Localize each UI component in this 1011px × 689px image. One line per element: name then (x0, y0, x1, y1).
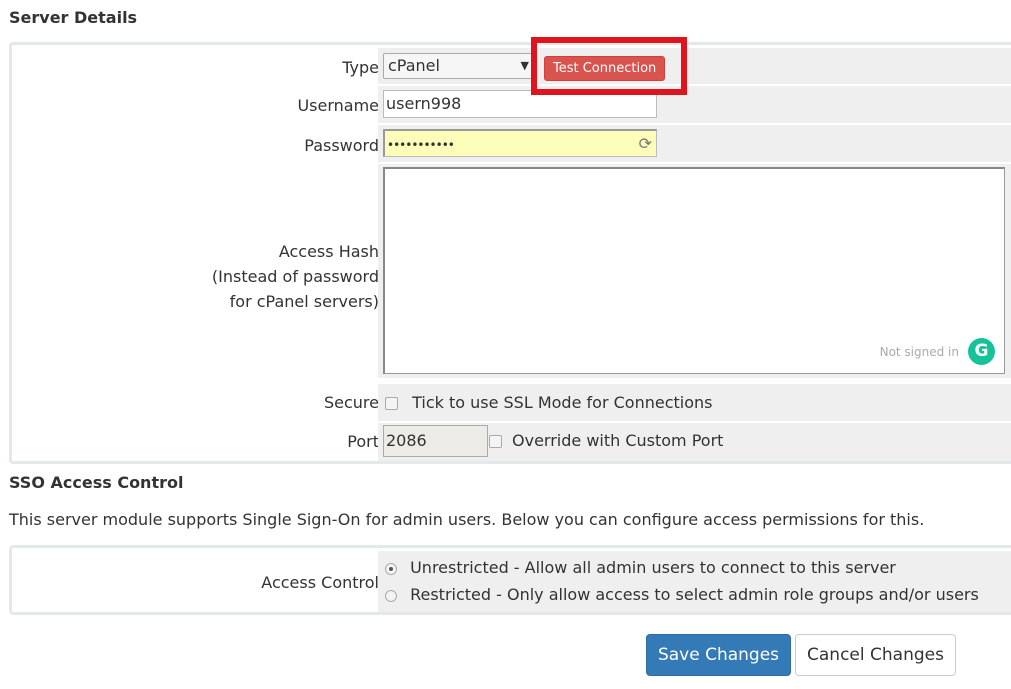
restricted-radio[interactable] (385, 589, 397, 602)
access-option-restricted[interactable]: Restricted - Only allow access to select… (385, 583, 979, 607)
cancel-changes-button[interactable]: Cancel Changes (795, 634, 956, 676)
server-details-panel: Type cPanel ▼ Test Connection Username u… (9, 42, 1011, 464)
ssl-checkbox[interactable] (385, 397, 398, 410)
grammarly-icon[interactable]: G (968, 338, 995, 365)
sso-heading: SSO Access Control (9, 473, 184, 492)
highlight-box (531, 37, 687, 95)
sso-panel: Access Control Unrestricted - Allow all … (9, 545, 1011, 615)
custom-port-label: Override with Custom Port (512, 431, 724, 450)
access-hash-textarea[interactable]: Not signed in G (383, 167, 1005, 374)
port-label: Port (347, 432, 379, 451)
password-label: Password (304, 136, 379, 155)
port-row: Port 2086 Override with Custom Port (12, 423, 1011, 461)
password-manager-icon[interactable]: ⟳ (639, 131, 652, 157)
server-details-heading: Server Details (9, 8, 138, 27)
sso-description: This server module supports Single Sign-… (9, 510, 925, 529)
access-hash-row: Access Hash (Instead of password for cPa… (12, 164, 1011, 378)
save-changes-button[interactable]: Save Changes (646, 634, 791, 676)
secure-label: Secure (323, 393, 379, 412)
access-option-unrestricted[interactable]: Unrestricted - Allow all admin users to … (385, 556, 896, 580)
grammarly-status: Not signed in (879, 345, 959, 359)
access-hash-label: Access Hash (Instead of password for cPa… (211, 242, 379, 311)
type-label: Type (342, 58, 379, 77)
access-control-label: Access Control (261, 573, 379, 592)
chevron-down-icon: ▼ (520, 59, 529, 72)
username-row: Username usern998 (12, 86, 1011, 123)
unrestricted-radio[interactable] (385, 562, 397, 575)
port-input[interactable]: 2086 (383, 425, 488, 457)
ssl-checkbox-label: Tick to use SSL Mode for Connections (412, 393, 713, 412)
password-row: Password ••••••••••• ⟳ (12, 125, 1011, 162)
type-select[interactable]: cPanel ▼ (383, 53, 536, 79)
type-row: Type cPanel ▼ Test Connection (12, 48, 1011, 84)
access-control-row: Access Control Unrestricted - Allow all … (12, 551, 1011, 612)
secure-row: Secure Tick to use SSL Mode for Connecti… (12, 384, 1011, 421)
password-input[interactable]: ••••••••••• ⟳ (383, 129, 657, 157)
custom-port-checkbox[interactable] (489, 435, 502, 448)
username-label: Username (297, 96, 379, 115)
